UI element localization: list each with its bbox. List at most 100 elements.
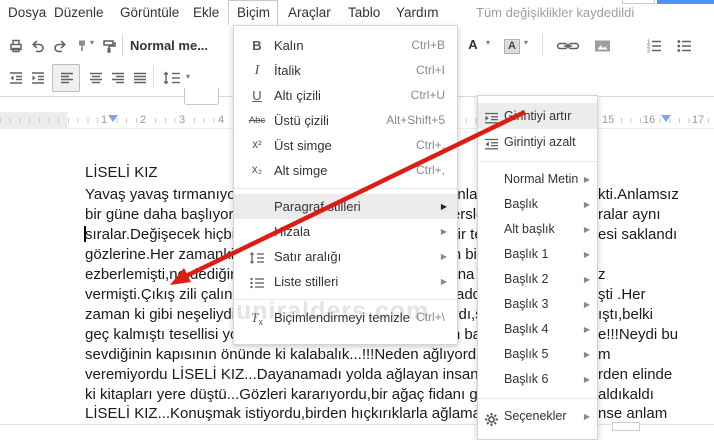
toolbar-separator xyxy=(122,34,123,56)
comments-button-edge[interactable] xyxy=(622,0,655,4)
print-icon xyxy=(10,39,22,53)
document-line: veremiyordu LİSELİ KIZ...Dayanamadı yold… xyxy=(85,366,673,383)
submenu-arrow-icon: ▶ xyxy=(583,175,590,184)
insert-link-button[interactable] xyxy=(554,36,582,56)
redo-button[interactable] xyxy=(50,36,70,56)
submenu-item-heading-4[interactable]: Başlık 4 ▶ xyxy=(478,317,597,342)
italic-icon: I xyxy=(254,63,260,78)
submenu-arrow-icon: ▶ xyxy=(583,375,590,384)
document-line: LİSELİ KIZ...Konuşmak istiyordu,birden h… xyxy=(85,405,668,422)
menu-araclar[interactable]: Araçlar xyxy=(288,5,331,20)
print-button[interactable] xyxy=(6,36,26,56)
submenu-arrow-icon: ▶ xyxy=(440,227,447,236)
menu-tablo[interactable]: Tablo xyxy=(348,5,380,20)
menu-item-superscript[interactable]: x² Üst simge Ctrl+. xyxy=(234,133,457,158)
align-right-button[interactable] xyxy=(108,68,128,88)
styles-dropdown[interactable]: Normal me... xyxy=(130,38,208,53)
subscript-icon: x₂ xyxy=(251,164,263,176)
submenu-item-subtitle[interactable]: Alt başlık ▶ xyxy=(478,217,597,242)
paint-format-caret-icon[interactable]: ▾ xyxy=(90,38,94,47)
indent-marker[interactable] xyxy=(108,115,118,122)
menu-item-line-spacing[interactable]: Satır aralığı ▶ xyxy=(234,244,457,269)
align-left-button[interactable] xyxy=(57,68,77,88)
menu-separator xyxy=(234,188,457,189)
submenu-item-heading-2[interactable]: Başlık 2 ▶ xyxy=(478,267,597,292)
menu-item-subscript[interactable]: x₂ Alt simge Ctrl+, xyxy=(234,158,457,183)
submenu-item-heading-3[interactable]: Başlık 3 ▶ xyxy=(478,292,597,317)
submenu-item-heading-5[interactable]: Başlık 5 ▶ xyxy=(478,342,597,367)
ruler-number: 2 xyxy=(138,114,149,126)
submenu-item-decrease-indent[interactable]: Girintiyi azalt xyxy=(478,129,597,155)
submenu-arrow-icon: ▶ xyxy=(583,300,590,309)
menu-goruntule[interactable]: Görüntüle xyxy=(120,5,179,20)
paint-roller-button[interactable] xyxy=(99,36,119,56)
increase-indent-icon xyxy=(32,72,44,84)
menu-ekle[interactable]: Ekle xyxy=(193,5,219,20)
align-left-icon xyxy=(61,72,73,84)
submenu-item-increase-indent[interactable]: Girintiyi artır xyxy=(478,103,597,129)
paragraph-styles-submenu: Girintiyi artır Girintiyi azalt Normal M… xyxy=(477,95,598,440)
justify-icon xyxy=(134,72,146,84)
ruler-number: 3 xyxy=(177,114,188,126)
insert-image-button[interactable] xyxy=(592,36,612,56)
align-center-icon xyxy=(90,72,102,84)
line-spacing-icon xyxy=(163,71,180,85)
menu-item-paragraph-styles[interactable]: Paragraf stilleri ▶ xyxy=(234,194,457,219)
share-button-edge[interactable] xyxy=(657,0,714,4)
menu-duzenle[interactable]: Düzenle xyxy=(54,5,104,20)
text-color-button[interactable]: A xyxy=(464,35,482,55)
submenu-arrow-icon: ▶ xyxy=(583,200,590,209)
submenu-item-normal-text[interactable]: Normal Metin ▶ xyxy=(478,167,597,192)
text-cursor xyxy=(84,226,86,242)
watermark: uniralders.com xyxy=(236,297,430,325)
menu-yardim[interactable]: Yardım xyxy=(396,5,439,20)
link-icon xyxy=(556,42,580,50)
menu-item-strikethrough[interactable]: Abc Üstü çizili Alt+Shift+5 xyxy=(234,108,457,133)
submenu-item-options[interactable]: Seçenekler ▶ xyxy=(478,404,597,429)
submenu-item-heading-6[interactable]: Başlık 6 ▶ xyxy=(478,367,597,392)
decrease-indent-button[interactable] xyxy=(6,68,26,88)
paint-format-icon xyxy=(79,40,85,51)
line-spacing-caret-icon[interactable]: ▾ xyxy=(186,72,190,81)
toolbar-separator xyxy=(542,34,543,56)
line-spacing-icon xyxy=(244,244,270,269)
image-icon xyxy=(594,40,610,52)
ruler-number: 15 xyxy=(600,114,617,126)
undo-button[interactable] xyxy=(28,36,48,56)
menu-item-list-styles[interactable]: Liste stilleri ▶ xyxy=(234,269,457,294)
submenu-arrow-icon: ▶ xyxy=(583,350,590,359)
numbered-list-icon: 123 xyxy=(647,40,661,54)
bulleted-list-icon xyxy=(676,40,691,52)
menubar: Dosya Düzenle Görüntüle Ekle Biçim Araçl… xyxy=(0,0,714,26)
text-color-icon: A xyxy=(468,37,478,52)
submenu-arrow-icon: ▶ xyxy=(583,225,590,234)
highlight-color-icon: A xyxy=(504,38,520,54)
submenu-item-heading[interactable]: Başlık ▶ xyxy=(478,192,597,217)
menu-bicim[interactable]: Biçim xyxy=(237,5,270,20)
align-center-button[interactable] xyxy=(86,68,106,88)
highlight-caret-icon[interactable]: ▾ xyxy=(524,38,528,47)
justify-button[interactable] xyxy=(130,68,150,88)
submenu-arrow-icon: ▶ xyxy=(440,252,447,261)
bulleted-list-button[interactable] xyxy=(674,36,694,56)
menu-item-bold[interactable]: B Kalın Ctrl+B xyxy=(234,33,457,58)
document-line: ki kitapları yere düştü...Gözleri kararı… xyxy=(85,386,654,403)
strikethrough-icon: Abc xyxy=(248,115,266,126)
menu-item-underline[interactable]: U Altı çizili Ctrl+U xyxy=(234,83,457,108)
save-status: Tüm değişiklikler kaydedildi xyxy=(476,5,635,20)
menu-dosya[interactable]: Dosya xyxy=(8,5,46,20)
submenu-arrow-icon: ▶ xyxy=(583,412,590,421)
text-color-caret-icon[interactable]: ▾ xyxy=(486,38,490,47)
submenu-arrow-icon: ▶ xyxy=(440,202,447,211)
increase-indent-button[interactable] xyxy=(28,68,48,88)
document-line: sevdiğinin kapısının önünde ki kalabalık… xyxy=(85,346,611,363)
menu-item-italic[interactable]: I İtalik Ctrl+I xyxy=(234,58,457,83)
right-indent-marker[interactable] xyxy=(661,115,671,122)
numbered-list-button[interactable]: 123 xyxy=(644,36,664,56)
submenu-item-heading-1[interactable]: Başlık 1 ▶ xyxy=(478,242,597,267)
paint-format-button[interactable] xyxy=(72,36,92,56)
menu-item-align[interactable]: Hizala ▶ xyxy=(234,219,457,244)
highlight-color-button[interactable]: A xyxy=(502,36,522,56)
gear-icon xyxy=(484,410,501,435)
line-spacing-button[interactable] xyxy=(160,68,184,88)
